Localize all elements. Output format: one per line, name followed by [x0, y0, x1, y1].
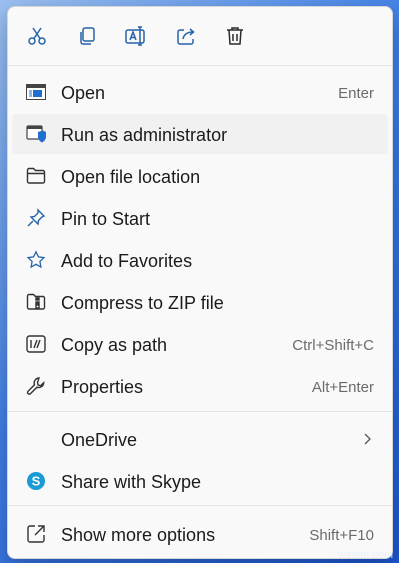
separator — [8, 411, 392, 412]
path-icon — [26, 334, 46, 354]
expand-icon — [26, 524, 46, 544]
pin-icon — [26, 208, 46, 228]
menu-item-add-to-favorites[interactable]: Add to Favorites — [12, 240, 388, 280]
menu-item-label: Open file location — [61, 167, 201, 187]
menu-item-onedrive[interactable]: OneDrive — [12, 419, 388, 459]
menu-item-label: Compress to ZIP file — [61, 293, 224, 313]
quick-actions-toolbar — [8, 7, 392, 65]
menu-item-label: Add to Favorites — [61, 251, 193, 271]
menu-item-show-more-options[interactable]: Show more options Shift+F10 — [12, 514, 388, 554]
share-icon — [177, 28, 195, 45]
chevron-right-icon — [364, 433, 371, 445]
share-button[interactable] — [171, 21, 201, 51]
context-menu: Open Enter Run as administrator Open fil… — [7, 6, 393, 559]
shortcut-text: Ctrl+Shift+C — [292, 337, 374, 354]
zip-icon — [26, 292, 46, 312]
star-icon — [26, 250, 46, 270]
shield-icon — [26, 124, 46, 144]
menu-item-label: Open — [61, 83, 106, 103]
menu-item-label: Properties — [61, 377, 144, 397]
menu-item-label: Copy as path — [61, 335, 168, 355]
menu-item-run-as-administrator[interactable]: Run as administrator — [12, 114, 388, 154]
menu-item-label: Pin to Start — [61, 209, 151, 229]
shortcut-text: Shift+F10 — [309, 527, 374, 544]
separator — [8, 65, 392, 66]
delete-icon — [227, 27, 243, 45]
copy-button[interactable] — [72, 21, 102, 51]
menu-item-label: Show more options — [61, 525, 216, 545]
window-icon — [26, 82, 46, 102]
menu-item-open[interactable]: Open Enter — [12, 72, 388, 112]
menu-item-label: Share with Skype — [61, 472, 202, 492]
shortcut-text: Enter — [338, 85, 374, 102]
menu-item-label: OneDrive — [61, 430, 138, 450]
delete-button[interactable] — [220, 21, 250, 51]
menu-item-share-with-skype[interactable]: S Share with Skype — [12, 461, 388, 501]
menu-item-properties[interactable]: Properties Alt+Enter — [12, 366, 388, 406]
menu-item-label: Run as administrator — [61, 125, 228, 145]
cut-icon — [28, 27, 46, 45]
menu-item-compress-to-zip[interactable]: Compress to ZIP file — [12, 282, 388, 322]
svg-text:S: S — [32, 474, 41, 489]
menu-item-pin-to-start[interactable]: Pin to Start — [12, 198, 388, 238]
cut-button[interactable] — [22, 21, 52, 51]
watermark: wsxdn.com — [337, 549, 393, 561]
rename-icon — [125, 26, 145, 46]
folder-icon — [26, 166, 46, 186]
separator — [8, 505, 392, 506]
skype-icon: S — [26, 471, 46, 491]
wrench-icon — [26, 376, 46, 396]
copy-icon — [80, 27, 95, 45]
rename-button[interactable] — [121, 21, 151, 51]
menu-item-copy-as-path[interactable]: Copy as path Ctrl+Shift+C — [12, 324, 388, 364]
shortcut-text: Alt+Enter — [311, 379, 374, 396]
menu-item-open-file-location[interactable]: Open file location — [12, 156, 388, 196]
